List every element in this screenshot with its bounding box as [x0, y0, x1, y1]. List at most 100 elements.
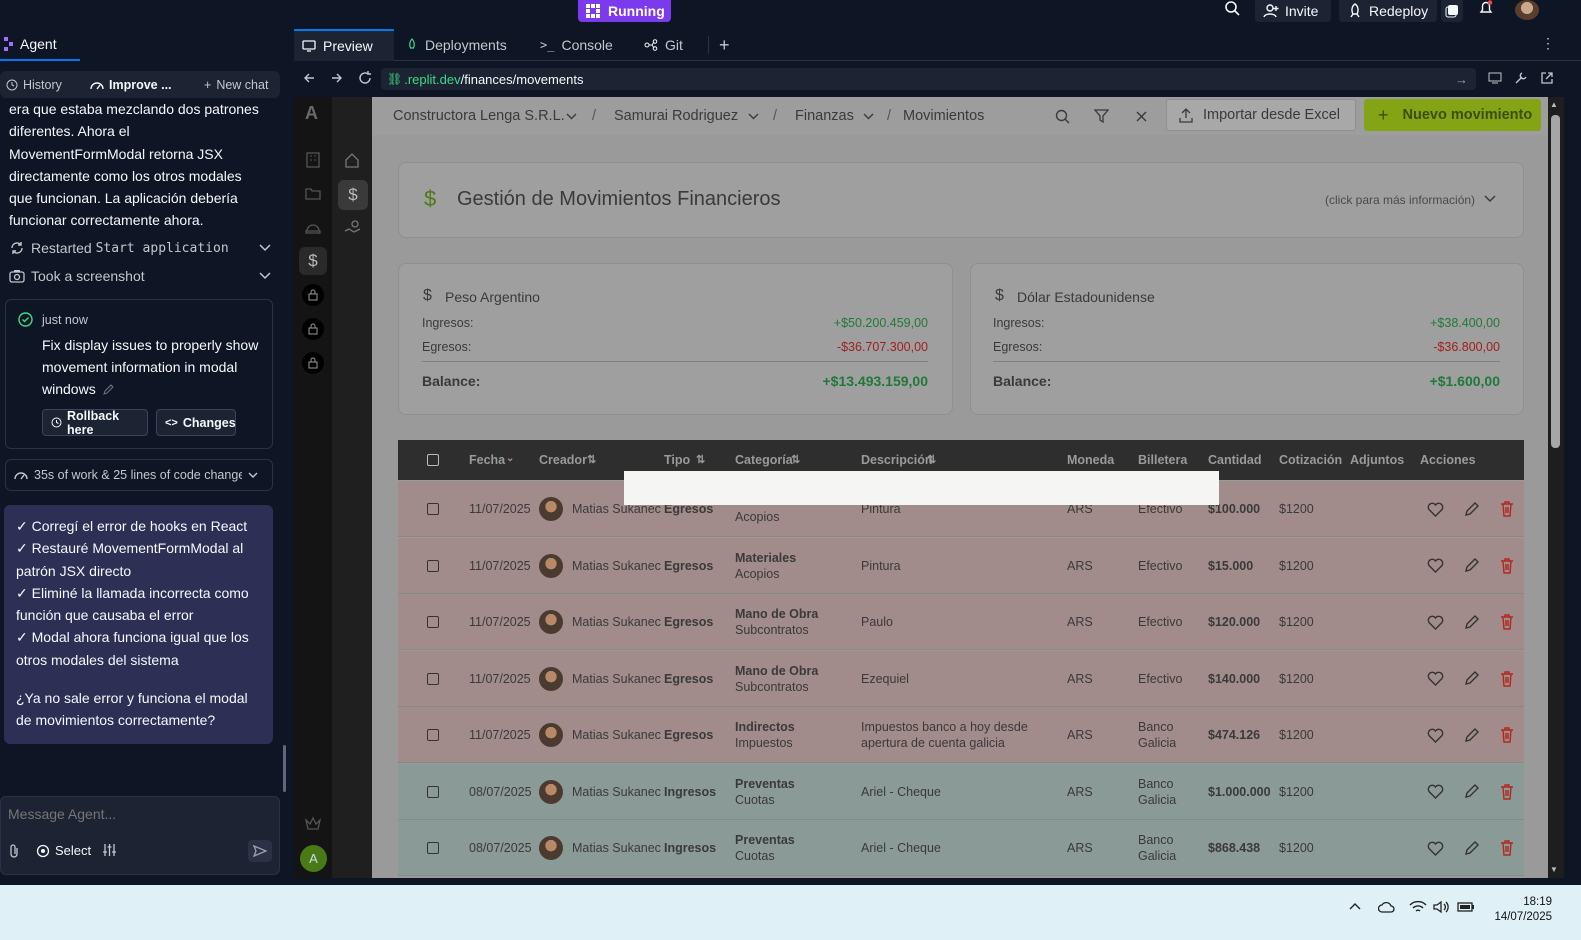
lock-icon[interactable] — [302, 284, 324, 306]
edit-action[interactable] — [1464, 707, 1479, 763]
column-header[interactable]: Creador — [539, 453, 587, 467]
search-icon[interactable] — [1055, 109, 1070, 124]
sort-icon[interactable]: ⇅ — [696, 453, 705, 466]
row-checkbox[interactable] — [427, 785, 439, 798]
table-row[interactable]: 11/07/2025 Matias Sukanec Egresos Mano de O… — [398, 594, 1524, 650]
message-input[interactable] — [8, 803, 270, 825]
trash-icon[interactable] — [1500, 840, 1514, 856]
close-icon[interactable] — [1136, 111, 1147, 122]
heart-icon[interactable] — [1427, 615, 1444, 630]
edit-action[interactable] — [1464, 651, 1479, 707]
helmet-icon[interactable] — [305, 220, 321, 234]
edit-icon[interactable] — [1464, 558, 1479, 573]
delete-action[interactable] — [1500, 651, 1514, 707]
app-user-avatar[interactable]: A — [300, 845, 327, 872]
column-header[interactable]: Fecha — [469, 453, 505, 467]
search-icon[interactable] — [1224, 0, 1240, 16]
column-header[interactable]: Tipo — [664, 453, 690, 467]
delete-action[interactable] — [1500, 481, 1514, 537]
edit-action[interactable] — [1464, 481, 1479, 537]
edit-action[interactable] — [1464, 594, 1479, 650]
table-row[interactable]: 11/07/2025 Matias Sukanec Egresos Indirecto… — [398, 707, 1524, 763]
preview-scrollbar[interactable]: ▲ ▼ — [1548, 97, 1564, 878]
pencil-icon[interactable] — [102, 383, 115, 396]
trash-icon[interactable] — [1500, 557, 1514, 574]
forward-arrow-icon[interactable] — [331, 72, 343, 84]
back-arrow-icon[interactable] — [303, 72, 315, 84]
checkbox-cell[interactable] — [427, 481, 439, 537]
edit-action[interactable] — [1464, 538, 1479, 594]
scroll-down-icon[interactable]: ▼ — [1550, 865, 1558, 874]
lock-icon[interactable] — [302, 318, 324, 340]
favorite-action[interactable] — [1427, 481, 1444, 537]
trash-icon[interactable] — [1500, 727, 1514, 743]
heart-icon[interactable] — [1427, 841, 1444, 856]
tab-deployments[interactable]: Deployments — [398, 29, 515, 61]
hand-coins-icon[interactable] — [344, 220, 361, 236]
favorite-action[interactable] — [1427, 764, 1444, 820]
wifi-icon[interactable] — [1409, 900, 1427, 914]
edit-icon[interactable] — [1464, 671, 1479, 686]
favorite-action[interactable] — [1427, 651, 1444, 707]
finance-nav-dollar-icon[interactable]: $ — [338, 180, 368, 210]
bell-icon[interactable] — [1478, 0, 1494, 16]
tab-preview[interactable]: Preview — [294, 29, 394, 61]
checkbox-cell[interactable] — [427, 594, 439, 650]
checkbox-cell[interactable] — [427, 820, 439, 876]
table-row[interactable]: 08/07/2025 Matias Sukanec Ingresos Preventa… — [398, 820, 1524, 876]
send-button[interactable] — [248, 840, 272, 862]
delete-action[interactable] — [1500, 764, 1514, 820]
chevron-up-icon[interactable] — [1349, 902, 1361, 910]
row-checkbox[interactable] — [427, 616, 439, 628]
event-screenshot[interactable]: Took a screenshot — [9, 265, 271, 287]
more-vertical-icon[interactable]: ⋮ — [1541, 35, 1555, 52]
home-icon[interactable] — [344, 152, 360, 168]
edit-icon[interactable] — [1464, 501, 1479, 517]
table-row[interactable]: 08/07/2025 Matias Sukanec Ingresos Preventa… — [398, 763, 1524, 820]
run-button[interactable]: Running — [578, 0, 671, 22]
heart-icon[interactable] — [1427, 728, 1444, 743]
building-icon[interactable] — [306, 152, 320, 168]
tab-git[interactable]: Git — [636, 29, 691, 61]
trash-icon[interactable] — [1500, 783, 1514, 800]
edit-icon[interactable] — [1464, 727, 1479, 743]
scroll-up-icon[interactable]: ▲ — [1550, 100, 1558, 109]
checkbox-cell[interactable] — [427, 707, 439, 763]
speaker-icon[interactable] — [1433, 900, 1451, 914]
improve-chat-tab[interactable]: Improve ... — [90, 78, 172, 92]
row-checkbox[interactable] — [427, 672, 439, 685]
trash-icon[interactable] — [1500, 501, 1514, 517]
changes-button[interactable]: <> Changes — [156, 409, 236, 436]
tab-console[interactable]: >_ Console — [532, 29, 621, 61]
redeploy-button[interactable]: Redeploy — [1339, 0, 1437, 22]
trash-icon[interactable] — [1500, 614, 1514, 630]
row-checkbox[interactable] — [427, 729, 439, 741]
edit-icon[interactable] — [1464, 614, 1479, 630]
new-movement-button[interactable]: + Nuevo movimiento — [1364, 99, 1541, 131]
tabs-toggle-button[interactable] — [1441, 0, 1463, 22]
open-arrow-icon[interactable]: → — [1455, 72, 1468, 87]
column-header[interactable]: Categoría — [735, 453, 793, 467]
settings-sliders-icon[interactable] — [102, 843, 117, 857]
external-link-icon[interactable] — [1540, 71, 1554, 85]
breadcrumb-company[interactable]: Constructora Lenga S.R.L. — [393, 108, 565, 124]
row-checkbox[interactable] — [427, 559, 439, 572]
favorite-action[interactable] — [1427, 707, 1444, 763]
select-element-button[interactable]: Select — [36, 843, 91, 858]
battery-icon[interactable] — [1457, 901, 1475, 913]
device-icon[interactable] — [1488, 72, 1502, 84]
trash-icon[interactable] — [1500, 670, 1514, 687]
url-bar[interactable]: ⛓ .replit.dev /finances/movements → — [381, 68, 1476, 90]
agent-scrollbar[interactable] — [283, 745, 286, 792]
chevron-down-icon[interactable] — [863, 113, 874, 120]
sort-icon[interactable]: ⇅ — [927, 453, 936, 466]
lock-icon[interactable] — [302, 352, 324, 374]
user-avatar[interactable] — [1515, 0, 1539, 20]
add-tab-icon[interactable]: + — [719, 35, 730, 56]
delete-action[interactable] — [1500, 820, 1514, 876]
row-checkbox[interactable] — [427, 842, 439, 854]
system-clock[interactable]: 18:19 14/07/2025 — [1490, 895, 1552, 925]
crown-icon[interactable] — [305, 816, 321, 830]
heart-icon[interactable] — [1427, 558, 1444, 573]
import-excel-button[interactable]: Importar desde Excel — [1166, 99, 1356, 131]
